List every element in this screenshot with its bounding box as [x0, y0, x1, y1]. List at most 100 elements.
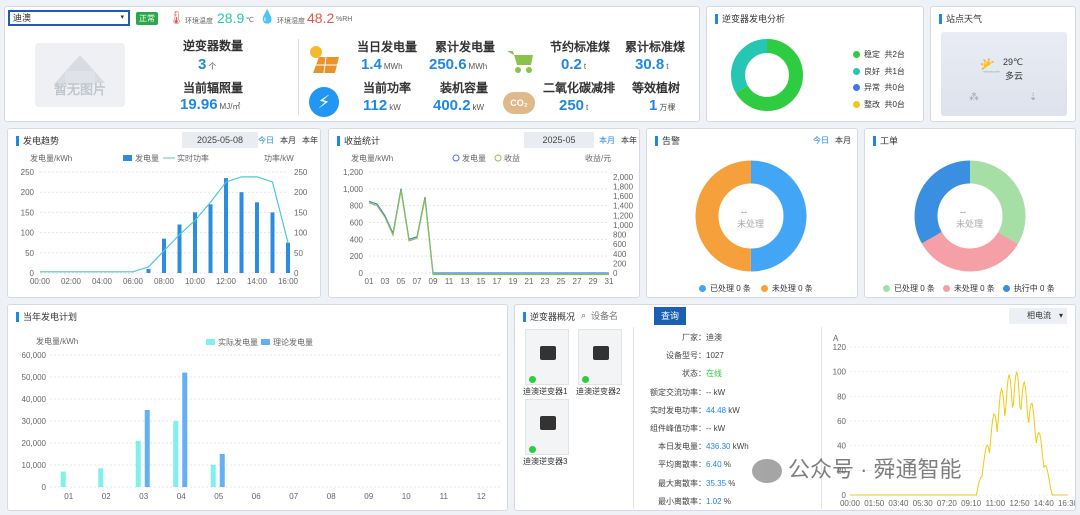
- temp-unit: ℃: [246, 17, 254, 24]
- trend-chart: 发电量/kWh 功率/kW发电量 实时功率0 050 50100 100150 150200…: [21, 153, 308, 286]
- energy-bar: [146, 268, 151, 273]
- weather-card: ⛅ 29℃ 多云 ⁂ ⇣: [941, 32, 1067, 116]
- tab-month[interactable]: 本月: [835, 136, 851, 145]
- x-tick-label: 01:50: [864, 499, 885, 508]
- workorder-panel: 工单 -- 未处理 已处理 0 条 未处理 0 条 执行中 0 条: [864, 128, 1076, 298]
- x-tick-label: 13: [461, 277, 470, 286]
- y-tick-label: 0: [359, 269, 364, 278]
- workorder-title: 工单: [873, 136, 898, 146]
- inverter-image: [540, 346, 556, 360]
- tab-today[interactable]: 今日: [258, 136, 274, 145]
- x-tick-label: 04:00: [92, 277, 113, 286]
- tab-month[interactable]: 本月: [599, 136, 615, 145]
- chevron-down-icon: ▾: [120, 14, 124, 21]
- legend-label: 未处理 0 条: [771, 284, 813, 293]
- energy-bar: [239, 192, 244, 273]
- field-label: 设备型号: [666, 351, 698, 361]
- divider: [298, 39, 299, 115]
- x-tick-label: 12: [477, 492, 486, 501]
- watermark: 公众号 · 舜通智能: [752, 452, 962, 484]
- y-tick-label: 150: [21, 208, 35, 217]
- y-tick-label: 600: [350, 219, 364, 228]
- legend-count: 共0台: [884, 99, 905, 109]
- tab-year[interactable]: 本年: [302, 136, 318, 145]
- y2-axis-label: 功率/kW: [264, 153, 294, 163]
- phase-select-value: 相电流: [1027, 311, 1051, 320]
- droplet-icon: 💧: [259, 9, 276, 24]
- x-tick-label: 04: [177, 492, 186, 501]
- field-unit: kWh: [732, 442, 749, 452]
- actual-bar: [60, 471, 66, 487]
- inverter-card[interactable]: [525, 329, 569, 385]
- inverter-count-label: 逆变器数量: [183, 39, 244, 53]
- inverter-card-label[interactable]: 迪澳逆变器2: [576, 386, 620, 397]
- total-gen-value: 250.6 MWh: [429, 56, 488, 73]
- x-tick-label: 14:40: [1034, 499, 1055, 508]
- actual-bar: [98, 468, 104, 487]
- irradiance-label: 当前辐照量: [183, 81, 244, 95]
- inverter-field: 平均离散率：6.40 %: [636, 459, 731, 470]
- co2-label: 二氧化碳减排: [543, 81, 616, 95]
- alarm-donut: [695, 160, 807, 272]
- legend-dot: [853, 67, 860, 75]
- phase-select[interactable]: 相电流 ▾: [1009, 308, 1067, 324]
- thermometer-icon: 🌡: [168, 10, 185, 25]
- power-value: 112 kW: [363, 97, 401, 114]
- inverter-card[interactable]: [578, 329, 622, 385]
- query-button[interactable]: 查询: [654, 307, 686, 325]
- legend-label: 良好: [864, 66, 880, 76]
- revenue-tabs: 本月 本年: [593, 135, 637, 146]
- weather-panel: 站点天气 ⛅ 29℃ 多云 ⁂ ⇣: [930, 6, 1076, 122]
- workorder-center-label: 未处理: [956, 219, 984, 229]
- x-tick-label: 12:50: [1010, 499, 1031, 508]
- tab-year[interactable]: 本年: [621, 136, 637, 145]
- theory-bar: [182, 372, 188, 487]
- humidity-label: 环境湿度: [277, 18, 305, 25]
- legend-item: 良好 共1台: [853, 64, 905, 81]
- tab-today[interactable]: 今日: [813, 136, 829, 145]
- inverter-card[interactable]: [525, 399, 569, 455]
- device-search-input[interactable]: [591, 308, 653, 324]
- field-unit: %: [728, 478, 736, 488]
- legend-dot: [1002, 285, 1010, 293]
- field-unit: %: [723, 496, 731, 506]
- legend-dot: [853, 84, 860, 92]
- x-tick-label: 03:40: [888, 499, 909, 508]
- wind-icon: ⁂: [969, 92, 979, 103]
- inverter-card-label[interactable]: 迪澳逆变器1: [523, 386, 567, 397]
- field-value: 1027: [706, 351, 724, 361]
- x-tick-label: 19: [509, 277, 518, 286]
- search-icon: ⌕: [581, 310, 587, 320]
- legend-dot: [853, 51, 860, 59]
- y2-tick-label: 150: [294, 208, 308, 217]
- field-value: 1.02: [706, 496, 722, 506]
- plan-chart: 发电量/kWh 实际发电量 理论发电量 0 10,000 20,000 30,000 40,0…: [22, 336, 500, 501]
- inverter-card-label[interactable]: 迪澳逆变器3: [523, 456, 567, 467]
- x-tick-label: 11: [445, 277, 454, 286]
- site-select[interactable]: 迪澳 ▾: [8, 10, 130, 26]
- y2-tick-label: 1,800: [613, 182, 634, 191]
- legend-dot: [760, 285, 768, 293]
- revenue-title: 收益统计: [337, 136, 380, 146]
- field-unit: kW: [713, 424, 726, 433]
- inverter-field: 最大离散率：35.35 %: [636, 478, 735, 489]
- field-value: 35.35: [706, 478, 727, 488]
- weather-title: 站点天气: [939, 14, 982, 24]
- energy-bar: [177, 224, 182, 273]
- revenue-date-picker[interactable]: 2025-05: [524, 132, 594, 148]
- actual-bar: [135, 440, 141, 487]
- inverter-field: 额定交流功率：-- kW: [636, 387, 725, 398]
- workorder-center-dash: --: [960, 207, 966, 217]
- x-tick-label: 07:20: [937, 499, 958, 508]
- y-tick-label: 400: [350, 235, 364, 244]
- field-unit: kW: [728, 405, 740, 415]
- y-tick-label: 40,000: [22, 395, 47, 404]
- coal-label: 节约标准煤: [550, 40, 611, 54]
- revenue-panel: 收益统计 2025-05 本月 本年 发电量/kWh 收益/元 发电量 收益 0 200 40…: [328, 128, 640, 298]
- tab-month[interactable]: 本月: [280, 136, 296, 145]
- field-value: 44.48: [706, 405, 727, 415]
- trend-date-picker[interactable]: 2025-05-08: [182, 132, 258, 148]
- legend-item: 执行中 0 条: [1002, 284, 1055, 293]
- status-badge: 正常: [136, 12, 158, 25]
- actual-bar: [173, 421, 179, 487]
